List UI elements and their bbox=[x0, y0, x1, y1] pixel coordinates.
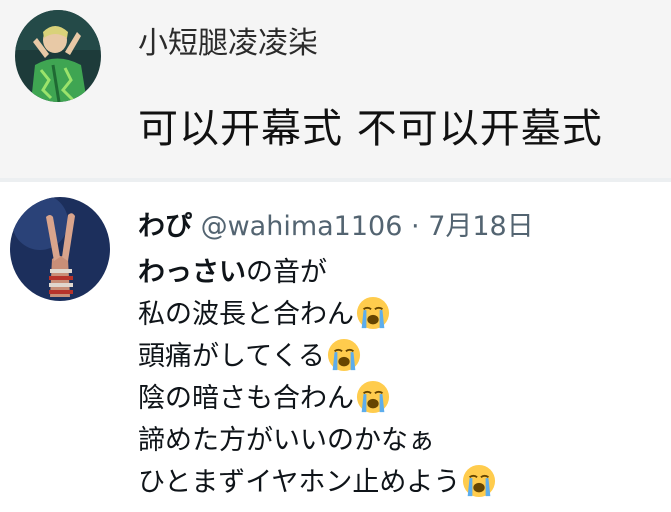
chat-user-name: 小短腿凌凌柒 bbox=[138, 26, 318, 61]
loudly-crying-face-icon bbox=[463, 464, 496, 497]
chat-message-text: 可以开幕式 不可以开墓式 bbox=[138, 106, 603, 152]
tweet-text: わっさいの音が 私の波長と合わん 頭痛がしてくる 陰の暗さも合わん 諦めた方がい… bbox=[138, 252, 496, 504]
tweet-line: ひとまずイヤホン止めよう bbox=[138, 462, 496, 504]
tweet-line: 諦めた方がいいのかなぁ bbox=[138, 420, 496, 462]
tweet-header: わぴ @wahima1106 · 7月18日 bbox=[138, 204, 534, 243]
tweet-line: わっさいの音が bbox=[138, 252, 496, 294]
tweet-separator: · bbox=[411, 211, 420, 242]
loudly-crying-face-icon bbox=[356, 380, 390, 413]
tweet-line-text: 私の波長と合わん bbox=[138, 299, 354, 330]
tweet-line: 陰の暗さも合わん bbox=[138, 378, 496, 420]
tweet-line-text: 諦めた方がいいのかなぁ bbox=[138, 425, 435, 456]
tweet-display-name[interactable]: わぴ bbox=[138, 211, 192, 242]
person-avatar-icon bbox=[15, 10, 101, 102]
panel-divider bbox=[0, 178, 671, 182]
tweet-line-bold: わっさい bbox=[138, 257, 246, 288]
tweet-line: 私の波長と合わん bbox=[138, 294, 496, 336]
tweet-line-text: 頭痛がしてくる bbox=[138, 341, 325, 372]
tweet-line-text: ひとまずイヤホン止めよう bbox=[138, 467, 461, 498]
peace-hand-avatar-icon bbox=[10, 197, 110, 301]
tweet-author-avatar[interactable] bbox=[10, 197, 110, 301]
tweet-handle[interactable]: @wahima1106 bbox=[201, 211, 403, 242]
tweet-date[interactable]: 7月18日 bbox=[428, 211, 534, 242]
tweet-line: 頭痛がしてくる bbox=[138, 336, 496, 378]
user-avatar[interactable] bbox=[15, 10, 101, 102]
loudly-crying-face-icon bbox=[356, 296, 390, 329]
tweet-line-text: 陰の暗さも合わん bbox=[138, 383, 354, 414]
loudly-crying-face-icon bbox=[327, 338, 360, 371]
tweet-line-text: の音が bbox=[246, 257, 327, 288]
